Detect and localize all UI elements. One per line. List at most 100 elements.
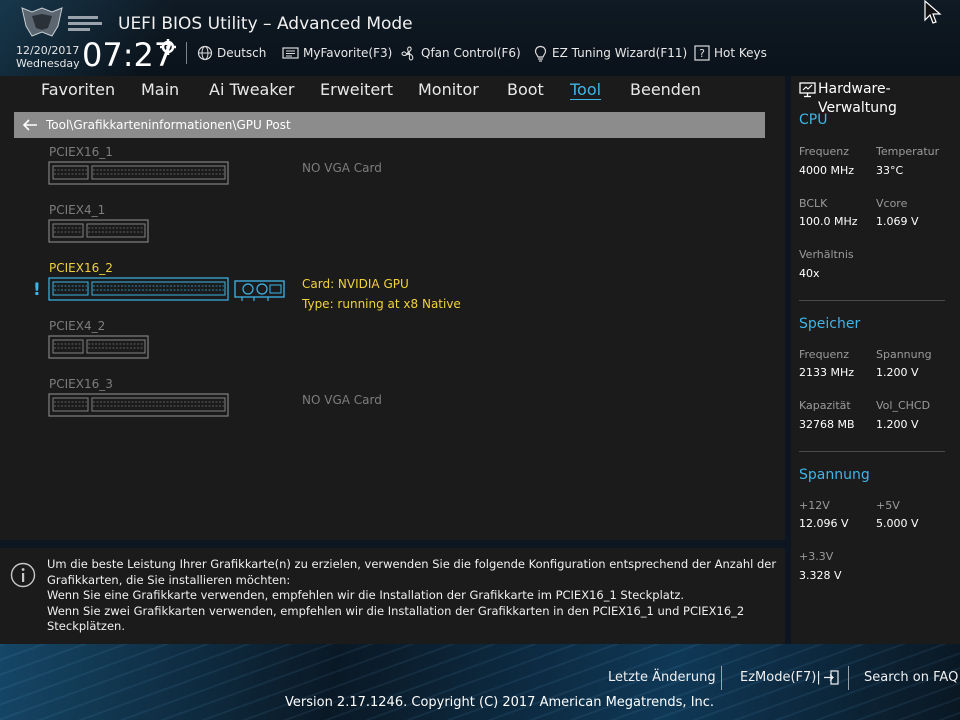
hardware-divider	[799, 451, 945, 452]
ez-tuning-wizard-button[interactable]: EZ Tuning Wizard(F11)	[533, 44, 687, 62]
slot-label-pciex16-1: PCIEX16_1	[49, 145, 113, 159]
time-settings-gear-icon[interactable]	[159, 38, 177, 56]
vcore-value: 1.069 V	[876, 215, 919, 228]
date-display: 12/20/2017 Wednesday	[16, 44, 80, 70]
breadcrumb-path: Tool\Grafikkarteninformationen\GPU Post	[46, 118, 291, 132]
help-text-line: Um die beste Leistung Ihrer Grafikkarte(…	[47, 557, 777, 571]
v5-value: 5.000 V	[876, 517, 919, 530]
hot-keys-button[interactable]: ? Hot Keys	[694, 44, 767, 62]
cpu-temperature-label: Temperatur	[876, 145, 940, 158]
slot-label-pciex4-1: PCIEX4_1	[49, 203, 106, 217]
slot-label-pciex16-2: PCIEX16_2	[49, 261, 113, 275]
v12-value: 12.096 V	[799, 517, 849, 530]
svg-text:?: ?	[699, 47, 705, 60]
slot-label-pciex4-2: PCIEX4_2	[49, 319, 106, 333]
tab-monitor[interactable]: Monitor	[418, 80, 479, 99]
ezmode-button[interactable]: EzMode(F7)|	[740, 670, 839, 685]
language-label: Deutsch	[217, 46, 267, 60]
qfan-label: Qfan Control(F6)	[421, 46, 521, 60]
slot-status-pciex16-3: NO VGA Card	[302, 393, 382, 407]
active-slot-indicator-icon: !	[33, 280, 41, 300]
main-navigation: Favoriten Main Ai Tweaker Erweitert Moni…	[0, 76, 785, 104]
breadcrumb[interactable]: Tool\Grafikkarteninformationen\GPU Post	[14, 112, 765, 138]
main-panel: Tool\Grafikkarteninformationen\GPU Post …	[0, 104, 785, 540]
weekday-text: Wednesday	[16, 57, 80, 70]
exit-icon	[823, 670, 839, 685]
memory-frequency-label: Frequenz	[799, 348, 850, 361]
vol-chcd-label: Vol_CHCD	[876, 399, 931, 412]
tuf-logo	[21, 7, 102, 37]
version-text: Version 2.17.1246. Copyright (C) 2017 Am…	[285, 695, 715, 710]
question-icon: ?	[694, 45, 710, 61]
slot-pciex16-1-graphic	[48, 161, 229, 185]
ratio-value: 40x	[799, 267, 820, 280]
help-text-line: Wenn Sie eine Grafikkarte verwenden, emp…	[47, 588, 685, 602]
cpu-heading: CPU	[799, 112, 828, 128]
memory-capacity-label: Kapazität	[799, 399, 851, 412]
myfavorite-button[interactable]: MyFavorite(F3)	[282, 44, 392, 62]
vcore-label: Vcore	[876, 197, 908, 210]
slot-pciex16-3-graphic	[48, 393, 229, 417]
last-change-button[interactable]: Letzte Änderung	[608, 670, 716, 685]
gpu-card-type: Type: running at x8 Native	[302, 297, 461, 311]
tab-erweitert[interactable]: Erweitert	[320, 80, 393, 99]
tab-tool[interactable]: Tool	[570, 80, 601, 99]
v12-label: +12V	[799, 499, 830, 512]
search-faq-button[interactable]: Search on FAQ	[864, 670, 958, 685]
cpu-frequency-value: 4000 MHz	[799, 164, 855, 177]
qfan-control-button[interactable]: Qfan Control(F6)	[400, 44, 521, 62]
mouse-cursor-icon	[924, 0, 942, 24]
graphics-card-icon	[234, 280, 285, 301]
slot-pciex4-1-graphic	[48, 219, 149, 243]
cpu-frequency-label: Frequenz	[799, 145, 850, 158]
date-text: 12/20/2017	[16, 44, 80, 57]
memory-frequency-value: 2133 MHz	[799, 366, 855, 379]
ezmode-label: EzMode(F7)|	[740, 670, 821, 685]
cpu-temperature-value: 33°C	[876, 164, 904, 177]
help-text-line: Grafikkarten, die Sie installieren möcht…	[47, 572, 291, 587]
monitor-icon	[799, 82, 816, 98]
help-text-line: Wenn Sie zwei Grafikkarten verwenden, em…	[47, 603, 745, 634]
fan-icon	[401, 46, 414, 61]
tab-favoriten[interactable]: Favoriten	[41, 80, 115, 99]
tab-beenden[interactable]: Beenden	[630, 80, 701, 99]
tab-main[interactable]: Main	[141, 80, 179, 99]
footer-divider	[721, 666, 722, 690]
v5-label: +5V	[876, 499, 900, 512]
back-arrow-icon[interactable]	[22, 119, 38, 131]
header-divider	[186, 42, 187, 64]
memory-heading: Speicher	[799, 316, 861, 332]
memory-capacity-value: 32768 MB	[799, 418, 855, 431]
bclk-label: BCLK	[799, 197, 828, 210]
memory-voltage-value: 1.200 V	[876, 366, 919, 379]
help-info-panel: Um die beste Leistung Ihrer Grafikkarte(…	[0, 548, 785, 644]
info-icon	[10, 562, 36, 588]
hardware-monitor-panel: Hardware-Verwaltung CPU Frequenz 4000 MH…	[791, 76, 960, 644]
hardware-monitor-title: Hardware-Verwaltung	[818, 81, 897, 116]
help-text: Um die beste Leistung Ihrer Grafikkarte(…	[47, 557, 777, 635]
memory-voltage-label: Spannung	[876, 348, 932, 361]
hot-keys-label: Hot Keys	[714, 46, 767, 60]
bclk-value: 100.0 MHz	[799, 215, 858, 228]
slot-status-pciex16-1: NO VGA Card	[302, 161, 382, 175]
v33-label: +3.3V	[799, 550, 834, 563]
slot-label-pciex16-3: PCIEX16_3	[49, 377, 113, 391]
favorite-icon	[282, 47, 299, 59]
tab-boot[interactable]: Boot	[507, 80, 544, 99]
bulb-icon	[534, 45, 547, 62]
vol-chcd-value: 1.200 V	[876, 418, 919, 431]
v33-value: 3.328 V	[799, 569, 842, 582]
ratio-label: Verhältnis	[799, 248, 854, 261]
myfavorite-label: MyFavorite(F3)	[303, 46, 393, 60]
globe-icon	[197, 45, 213, 61]
hardware-divider	[799, 300, 945, 301]
slot-pciex16-2-graphic	[48, 277, 229, 301]
ez-tuning-label: EZ Tuning Wizard(F11)	[552, 46, 688, 60]
footer-divider	[848, 666, 849, 690]
tab-ai-tweaker[interactable]: Ai Tweaker	[209, 80, 294, 99]
gpu-card-name: Card: NVIDIA GPU	[302, 277, 409, 291]
language-button[interactable]: Deutsch	[197, 44, 266, 62]
voltage-heading: Spannung	[799, 467, 870, 483]
app-title: UEFI BIOS Utility – Advanced Mode	[118, 14, 413, 34]
slot-pciex4-2-graphic	[48, 335, 149, 359]
